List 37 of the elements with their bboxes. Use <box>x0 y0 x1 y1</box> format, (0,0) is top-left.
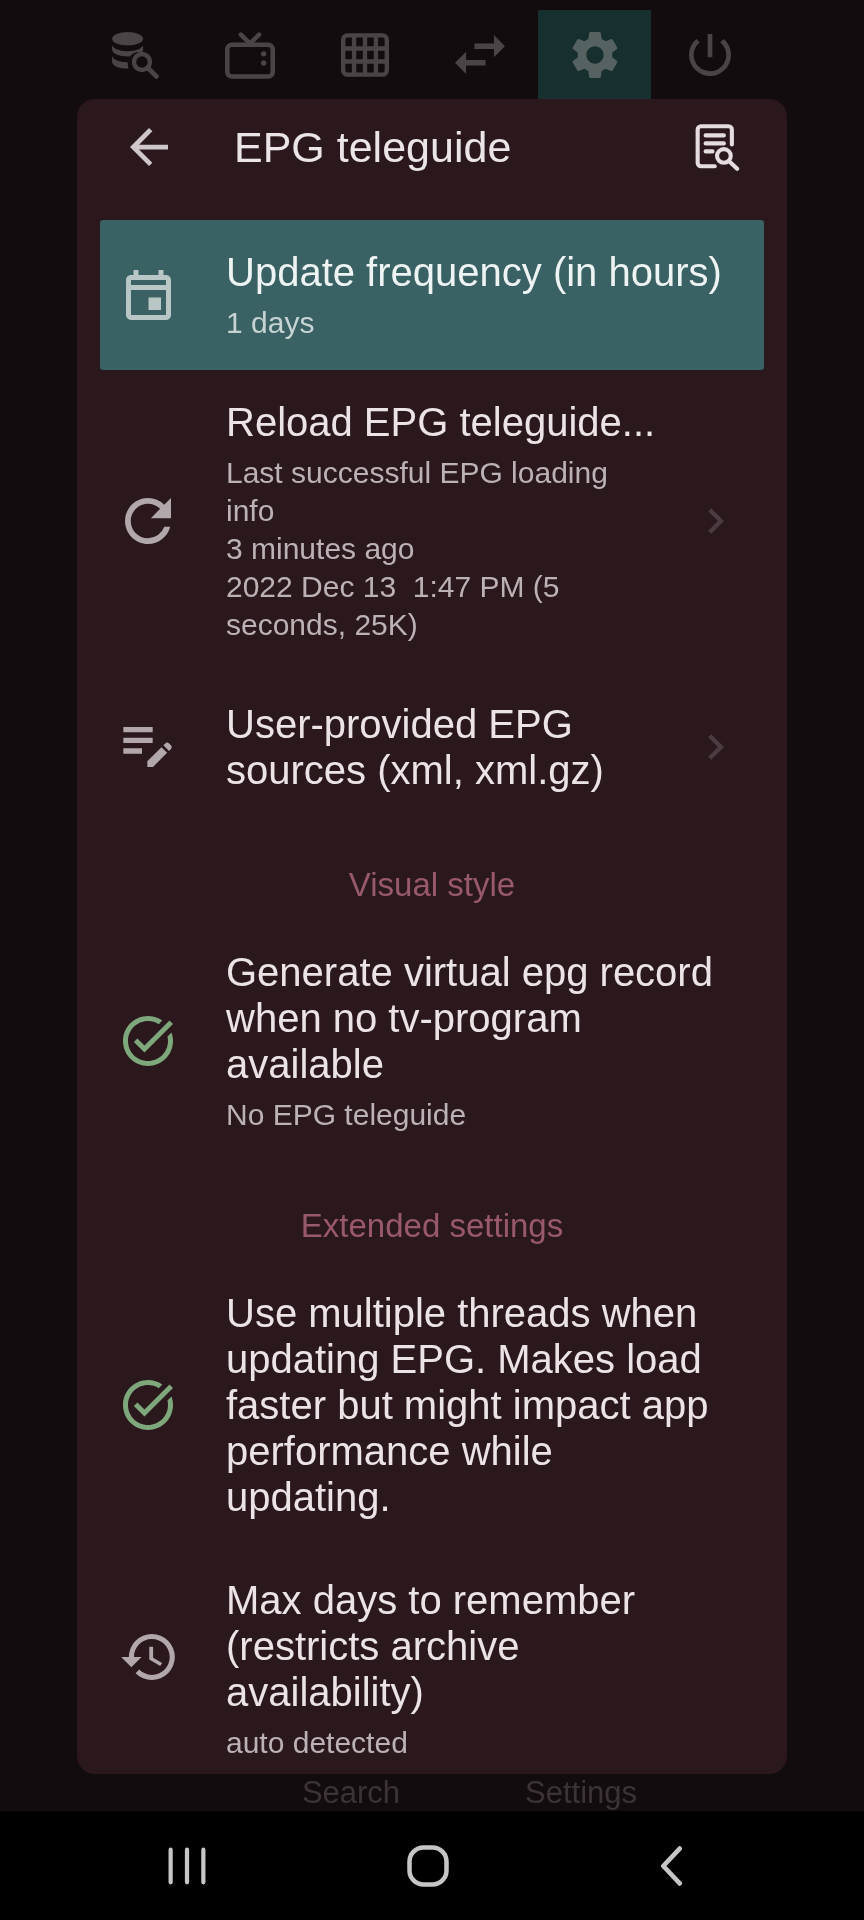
setting-title: User-provided EPG sources (xml, xml.gz) <box>226 701 605 793</box>
setting-title: Use multiple threads when updating EPG. Makes load faster but might impact app performance while updating. <box>226 1290 710 1520</box>
toggle-item[interactable]: Generate virtual epg record when no tv-program available No EPG teleguide <box>100 920 764 1162</box>
setting-summary: 2022 Dec 13 1:47 PM (5 seconds, 25K) <box>226 569 561 643</box>
recents-icon <box>168 1846 206 1885</box>
section-header: Extended settings <box>300 1208 564 1244</box>
setting-title: Max days to remember (restricts archive availability) <box>226 1577 637 1715</box>
setting-title: Reload EPG teleguide... <box>226 399 656 445</box>
setting-summary: 1 days <box>226 305 315 341</box>
reload-icon <box>125 498 171 544</box>
setting-summary: Last successful EPG loading info <box>226 455 609 529</box>
grid-icon <box>340 32 389 77</box>
back-icon <box>658 1845 684 1886</box>
setting-item[interactable]: Update frequency (in hours) 1 days <box>100 220 764 370</box>
document-search-icon <box>694 123 740 171</box>
setting-title: Generate virtual epg record when no tv-program available <box>226 949 714 1087</box>
home-icon <box>407 1844 449 1887</box>
toolbar-button[interactable] <box>538 10 651 99</box>
setting-item[interactable]: Reload EPG teleguide... Last successful EPG loading info 3 minutes ago 2022 Dec 13 1:47 PM (5 seconds, 25K) <box>100 370 764 672</box>
section-header: Visual style <box>348 867 516 903</box>
edit-list-icon <box>123 726 173 767</box>
swap-arrows-icon <box>454 35 505 74</box>
setting-summary: auto detected <box>226 1725 408 1761</box>
toggle-item[interactable]: Use multiple threads when updating EPG. Makes load faster but might impact app performance while updating. <box>100 1261 764 1548</box>
setting-summary: No EPG teleguide <box>226 1097 467 1133</box>
power-icon <box>688 33 731 76</box>
back-arrow-icon <box>130 128 168 166</box>
setting-item[interactable]: Max days to remember (restricts archive availability) auto detected <box>100 1548 764 1766</box>
dialog-title: EPG teleguide <box>234 122 512 172</box>
setting-summary: 3 minutes ago <box>226 531 415 567</box>
tv-icon <box>224 30 275 79</box>
setting-title: Update frequency (in hours) <box>226 249 722 295</box>
calendar-icon <box>125 270 171 320</box>
database-search-icon <box>110 30 159 79</box>
history-icon <box>121 1634 175 1680</box>
settings-icon <box>571 30 618 79</box>
setting-item[interactable]: User-provided EPG sources (xml, xml.gz) <box>100 672 764 821</box>
